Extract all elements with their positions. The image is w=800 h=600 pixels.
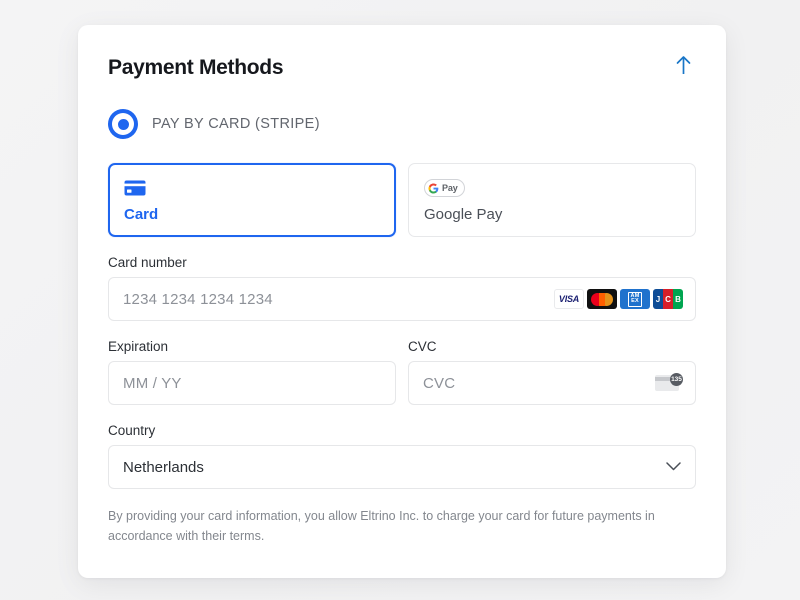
visa-icon: VISA xyxy=(554,289,584,310)
google-pay-logo: Pay xyxy=(424,177,680,199)
page-background: Payment Methods PAY BY CARD (STRIPE) Car… xyxy=(0,0,800,600)
panel-header: Payment Methods xyxy=(108,55,696,80)
expiration-input[interactable]: MM / YY xyxy=(108,361,396,406)
cvc-card-icon: 135 xyxy=(655,373,683,393)
mastercard-icon xyxy=(587,289,617,310)
collapse-panel-button[interactable] xyxy=(670,53,696,79)
tab-google-pay-label: Google Pay xyxy=(424,206,503,224)
arrow-up-icon xyxy=(675,55,692,78)
card-number-placeholder: 1234 1234 1234 1234 xyxy=(123,290,273,308)
cvc-label: CVC xyxy=(408,339,437,355)
chevron-down-icon xyxy=(666,458,681,476)
accepted-card-brands: VISA AM EX J C B xyxy=(554,289,683,310)
expiration-label: Expiration xyxy=(108,339,169,355)
disclaimer-text: By providing your card information, you … xyxy=(108,509,655,544)
jcb-icon: J C B xyxy=(653,289,683,310)
expiration-placeholder: MM / YY xyxy=(123,374,182,392)
payment-method-option-stripe[interactable]: PAY BY CARD (STRIPE) xyxy=(108,109,696,140)
tab-card-label: Card xyxy=(124,206,159,224)
country-label: Country xyxy=(108,423,156,439)
payment-method-label: PAY BY CARD (STRIPE) xyxy=(152,116,320,133)
amex-icon: AM EX xyxy=(620,289,650,310)
page-title: Payment Methods xyxy=(108,56,284,79)
card-number-label: Card number xyxy=(108,255,187,271)
tab-card[interactable]: Card xyxy=(108,163,396,238)
card-number-input[interactable]: 1234 1234 1234 1234 VISA AM EX J C B xyxy=(108,277,696,322)
radio-selected-icon[interactable] xyxy=(108,109,138,140)
google-g-icon xyxy=(428,183,439,194)
payment-type-tabs: Card Pay Google Pay xyxy=(108,163,696,238)
google-pay-logo-text: Pay xyxy=(442,183,458,194)
tab-google-pay[interactable]: Pay Google Pay xyxy=(408,163,696,238)
country-selected-value: Netherlands xyxy=(123,458,204,476)
cvc-input[interactable]: CVC 135 xyxy=(408,361,696,406)
payment-methods-panel: Payment Methods PAY BY CARD (STRIPE) Car… xyxy=(78,25,726,578)
credit-card-icon xyxy=(124,177,380,199)
country-select[interactable]: Netherlands xyxy=(108,445,696,490)
cvc-placeholder: CVC xyxy=(423,374,456,392)
cvc-hint-badge: 135 xyxy=(670,373,683,387)
